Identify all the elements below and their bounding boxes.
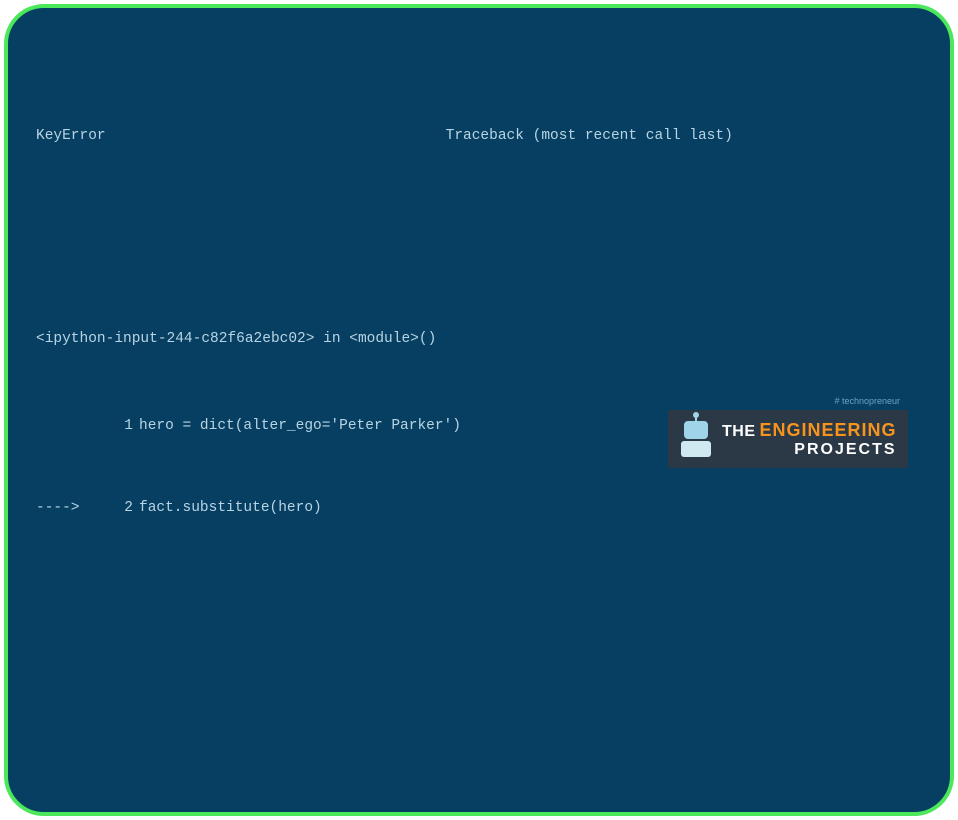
frame-1: ~/anaconda3/envs/tensorflow/lib/python3.… [36, 805, 922, 816]
watermark-tag: # technopreneur [834, 396, 900, 406]
code-text: fact.substitute(hero) [139, 495, 322, 523]
traceback-label: Traceback (most recent call last) [446, 123, 733, 151]
line-number: 2 [91, 495, 139, 523]
watermark-badge: # technopreneur THE ENGINEERING PROJECTS [668, 410, 908, 468]
traceback-header: KeyError Traceback (most recent call las… [36, 123, 922, 151]
robot-icon [678, 417, 714, 461]
arrow-indicator [36, 413, 91, 441]
watermark-projects: PROJECTS [722, 442, 897, 458]
frame-location: <ipython-input-244-c82f6a2ebc02> in <mod… [36, 326, 922, 354]
error-type: KeyError [36, 123, 106, 151]
arrow-indicator: ----> [36, 495, 91, 523]
code-text: hero = dict(alter_ego='Peter Parker') [139, 413, 461, 441]
watermark-the: THE [722, 424, 756, 440]
line-number: 1 [91, 413, 139, 441]
watermark-engineering: ENGINEERING [760, 421, 897, 439]
watermark-text: THE ENGINEERING PROJECTS [722, 421, 897, 458]
code-line: ----> 2 fact.substitute(hero) [36, 495, 922, 523]
terminal-panel: KeyError Traceback (most recent call las… [4, 4, 954, 816]
